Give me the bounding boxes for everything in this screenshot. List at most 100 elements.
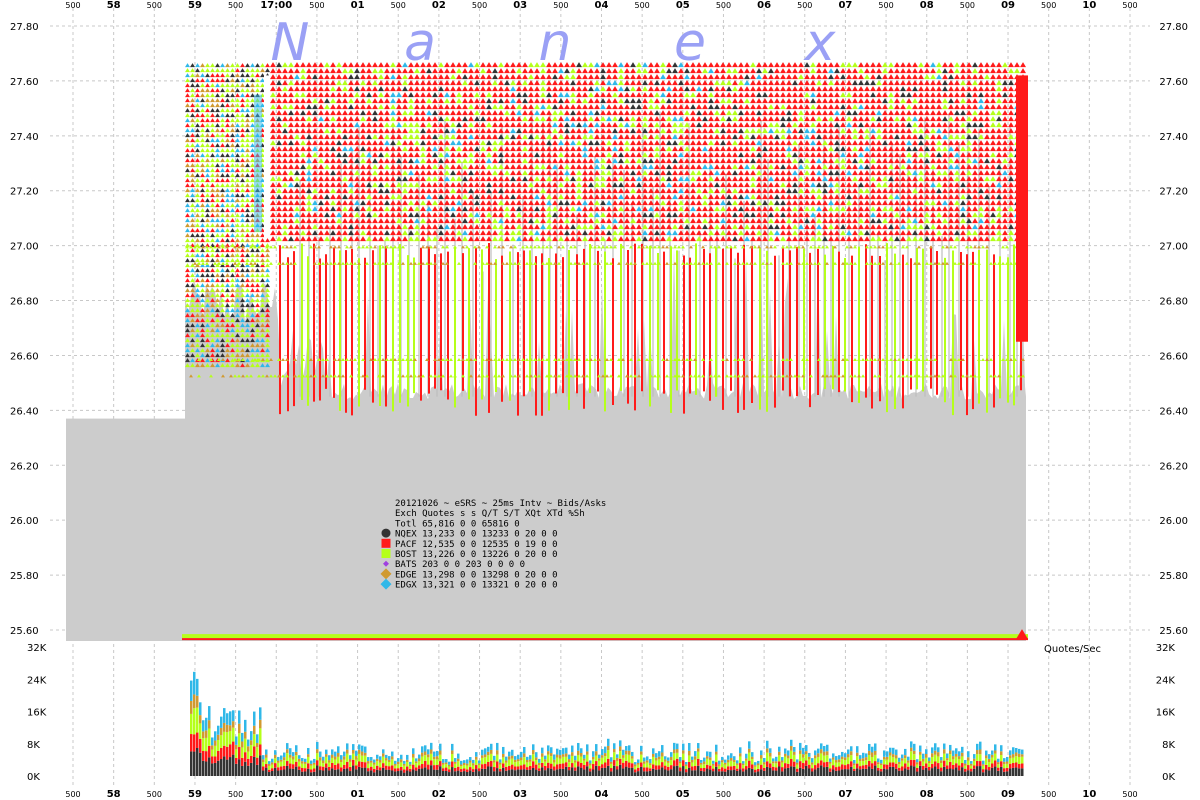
- quote-marker: [780, 104, 786, 110]
- quote-marker: [414, 146, 420, 152]
- quote-marker: [882, 152, 888, 158]
- quote-marker: [426, 98, 432, 104]
- quote-marker: [606, 104, 612, 110]
- quote-marker: [450, 92, 456, 98]
- quote-marker: [378, 80, 384, 86]
- quote-marker: [190, 238, 195, 243]
- quote-marker: [558, 212, 564, 218]
- quote-marker: [215, 133, 220, 138]
- quote-marker: [190, 148, 195, 153]
- quote-marker: [984, 116, 990, 122]
- quote-marker: [846, 152, 852, 158]
- quote-marker: [396, 146, 402, 152]
- quote-marker: [432, 170, 438, 176]
- quote-marker: [780, 62, 786, 68]
- quote-marker: [492, 194, 498, 200]
- quote-marker: [888, 176, 894, 182]
- quote-marker: [846, 164, 852, 170]
- quote-marker: [384, 128, 390, 134]
- quote-marker: [354, 110, 360, 116]
- quote-marker: [750, 206, 756, 212]
- quote-marker: [882, 206, 888, 212]
- quote-marker: [876, 86, 882, 92]
- quote-marker: [990, 128, 996, 134]
- quote-marker: [858, 176, 864, 182]
- quote-marker: [918, 110, 924, 116]
- quote-marker: [756, 86, 762, 92]
- quote-marker: [306, 224, 312, 230]
- quote-marker: [230, 83, 235, 88]
- quote-marker: [510, 62, 516, 68]
- quote-marker: [195, 248, 200, 253]
- quote-marker: [606, 164, 612, 170]
- quote-marker: [195, 283, 200, 288]
- quote-marker: [205, 133, 210, 138]
- quote-marker: [462, 206, 468, 212]
- quote-marker: [654, 236, 660, 242]
- quote-marker: [492, 230, 498, 236]
- quote-marker: [912, 128, 918, 134]
- quote-marker: [900, 122, 906, 128]
- quote-marker: [960, 74, 966, 80]
- quote-marker: [384, 134, 390, 140]
- quote-marker: [762, 68, 768, 74]
- quote-marker: [774, 122, 780, 128]
- quote-marker: [762, 194, 768, 200]
- quote-marker: [420, 74, 426, 80]
- quote-marker: [432, 128, 438, 134]
- quote-marker: [225, 218, 230, 223]
- quote-marker: [984, 104, 990, 110]
- quote-marker: [210, 133, 215, 138]
- quote-marker: [600, 116, 606, 122]
- quote-marker: [654, 230, 660, 236]
- quote-marker: [300, 152, 306, 158]
- quote-marker: [996, 218, 1002, 224]
- quote-marker: [318, 104, 324, 110]
- quote-marker: [564, 140, 570, 146]
- quote-marker: [732, 212, 738, 218]
- quote-marker: [276, 116, 282, 122]
- quote-marker: [540, 218, 546, 224]
- quote-marker: [792, 134, 798, 140]
- quote-marker: [660, 200, 666, 206]
- quote-marker: [936, 146, 942, 152]
- quote-marker: [786, 98, 792, 104]
- quote-marker: [600, 200, 606, 206]
- quote-marker: [276, 146, 282, 152]
- quote-marker: [342, 188, 348, 194]
- quote-marker: [426, 128, 432, 134]
- quote-marker: [762, 128, 768, 134]
- quote-marker: [708, 176, 714, 182]
- quote-marker: [558, 218, 564, 224]
- quote-marker: [618, 188, 624, 194]
- quote-marker: [270, 164, 276, 170]
- quote-marker: [726, 176, 732, 182]
- quote-marker: [720, 188, 726, 194]
- quote-marker: [552, 92, 558, 98]
- quote-marker: [384, 74, 390, 80]
- quote-marker: [240, 113, 245, 118]
- quote-marker: [420, 188, 426, 194]
- quote-marker: [792, 110, 798, 116]
- quote-marker: [336, 62, 342, 68]
- quote-marker: [600, 170, 606, 176]
- quote-marker: [582, 140, 588, 146]
- quote-marker: [190, 98, 195, 103]
- quote-marker: [846, 146, 852, 152]
- quote-marker: [954, 128, 960, 134]
- quote-marker: [498, 68, 504, 74]
- quote-marker: [510, 230, 516, 236]
- quote-marker: [450, 152, 456, 158]
- quote-marker: [594, 122, 600, 128]
- quote-marker: [270, 140, 276, 146]
- quote-marker: [690, 158, 696, 164]
- quote-marker: [618, 62, 624, 68]
- quote-marker: [390, 62, 396, 68]
- quote-marker: [420, 218, 426, 224]
- quote-marker: [330, 212, 336, 218]
- quote-marker: [522, 80, 528, 86]
- quote-marker: [240, 248, 245, 253]
- quote-marker: [906, 188, 912, 194]
- quote-marker: [912, 122, 918, 128]
- quote-marker: [582, 80, 588, 86]
